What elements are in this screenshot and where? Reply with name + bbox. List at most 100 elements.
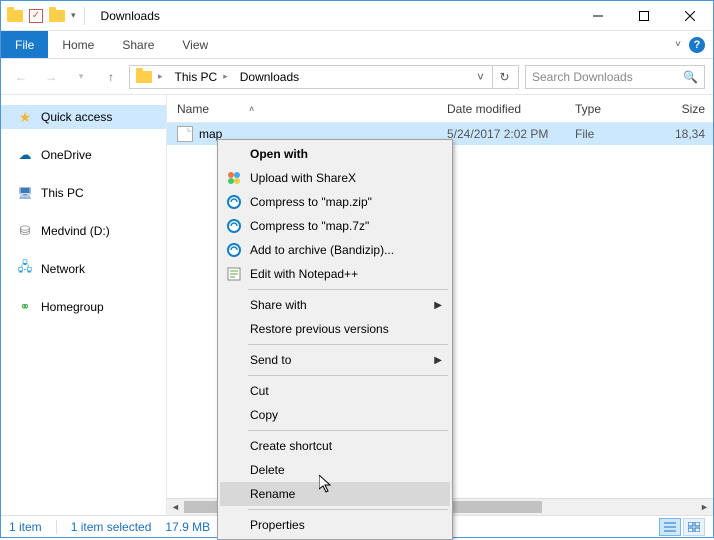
star-icon: ★ [17,109,33,125]
qat-separator [84,7,85,25]
context-menu-separator [248,289,448,290]
context-menu-label: Copy [250,408,278,422]
submenu-arrow-icon: ▶ [434,355,442,366]
status-item-count: 1 item [9,520,42,534]
context-menu-label: Delete [250,463,285,477]
nav-homegroup[interactable]: ⚭ Homegroup [1,295,166,319]
ribbon-expand-icon[interactable]: ˅ [675,39,681,50]
nav-label: Homegroup [41,300,104,314]
context-menu-label: Properties [250,518,305,532]
nav-up-button[interactable]: ↑ [99,65,123,89]
navigation-pane: ★ Quick access ☁OneDrive 🖥This PC ⛁ Medvin… [1,95,167,515]
close-button[interactable] [667,1,713,30]
bandizip-icon [226,194,242,210]
titlebar: ✓ ▾ Downloads [1,1,713,31]
status-separator [56,520,57,534]
context-menu-label: Edit with Notepad++ [250,267,358,281]
qat-properties-icon[interactable]: ✓ [29,9,43,23]
nav-onedrive[interactable]: ☁OneDrive [1,143,166,167]
context-menu-item[interactable]: Upload with ShareX [220,166,450,190]
context-menu-item[interactable]: Share with▶ [220,293,450,317]
maximize-button[interactable] [621,1,667,30]
context-menu-label: Restore previous versions [250,322,389,336]
nav-network[interactable]: 🖧Network [1,257,166,281]
view-details-button[interactable] [659,518,681,536]
address-bar-row: ← → ▾ ↑ ▸ This PC▸ Downloads ˅ ↻ Search … [1,59,713,95]
sharex-icon [226,170,242,186]
context-menu-item[interactable]: Edit with Notepad++ [220,262,450,286]
context-menu-item[interactable]: Compress to "map.zip" [220,190,450,214]
context-menu-item[interactable]: Compress to "map.7z" [220,214,450,238]
bandizip-icon [226,242,242,258]
context-menu-item[interactable]: Cut [220,379,450,403]
refresh-button[interactable]: ↻ [492,66,516,88]
breadcrumb-root-icon[interactable]: ▸ [132,66,169,88]
nav-quick-access[interactable]: ★ Quick access [1,105,166,129]
context-menu-item[interactable]: Delete [220,458,450,482]
context-menu-label: Cut [250,384,269,398]
context-menu-separator [248,375,448,376]
column-headers: Name˄ Date modified Type Size [167,95,713,123]
nav-label: Medvind (D:) [41,224,110,238]
context-menu-label: Compress to "map.zip" [250,195,372,209]
bandizip-icon [226,218,242,234]
view-large-icons-button[interactable] [683,518,705,536]
column-type[interactable]: Type [575,102,653,116]
ribbon-tab-view[interactable]: View [168,31,222,58]
breadcrumb-item[interactable]: This PC▸ [171,66,234,88]
quick-access-toolbar: ✓ ▾ [1,7,93,25]
context-menu-label: Compress to "map.7z" [250,219,369,233]
file-icon [177,126,193,142]
window-title: Downloads [101,9,575,23]
ribbon-file-tab[interactable]: File [1,31,48,58]
context-menu-separator [248,344,448,345]
search-input[interactable]: Search Downloads 🔍 [525,65,705,89]
scroll-right-button[interactable]: ► [696,499,713,515]
context-menu-item[interactable]: Copy [220,403,450,427]
ribbon-tab-home[interactable]: Home [48,31,108,58]
network-icon: 🖧 [17,261,33,277]
nav-recent-dropdown[interactable]: ▾ [69,65,93,89]
pc-icon: 🖥 [17,185,33,201]
nav-forward-button[interactable]: → [39,65,63,89]
column-date[interactable]: Date modified [447,102,575,116]
breadcrumb[interactable]: ▸ This PC▸ Downloads ˅ ↻ [129,65,519,89]
context-menu-item[interactable]: Properties [220,513,450,537]
ribbon-tab-share[interactable]: Share [108,31,168,58]
context-menu-separator [248,430,448,431]
nav-this-pc[interactable]: 🖥This PC [1,181,166,205]
breadcrumb-history-dropdown[interactable]: ˅ [471,70,490,84]
context-menu-item[interactable]: Open with [220,142,450,166]
breadcrumb-label: Downloads [240,70,299,84]
context-menu-label: Create shortcut [250,439,332,453]
context-menu-item[interactable]: Restore previous versions [220,317,450,341]
drive-icon: ⛁ [17,223,33,239]
status-size: 17.9 MB [165,520,210,534]
context-menu-item[interactable]: Rename [220,482,450,506]
context-menu-item[interactable]: Add to archive (Bandizip)... [220,238,450,262]
context-menu-item[interactable]: Create shortcut [220,434,450,458]
breadcrumb-label: This PC [175,70,218,84]
nav-drive[interactable]: ⛁ Medvind (D:) [1,219,166,243]
nav-back-button[interactable]: ← [9,65,33,89]
breadcrumb-item[interactable]: Downloads [236,66,303,88]
column-size[interactable]: Size [653,102,713,116]
minimize-button[interactable] [575,1,621,30]
context-menu-label: Send to [250,353,291,367]
context-menu-label: Add to archive (Bandizip)... [250,243,394,257]
homegroup-icon: ⚭ [17,299,33,315]
context-menu-item[interactable]: Send to ▶ [220,348,450,372]
folder-icon [7,8,23,24]
folder-icon [49,8,65,24]
submenu-arrow-icon: ▶ [434,300,442,311]
qat-dropdown-icon[interactable]: ▾ [71,10,76,21]
help-icon[interactable]: ? [689,37,705,53]
nav-label: Quick access [41,110,112,124]
context-menu-separator [248,509,448,510]
scroll-left-button[interactable]: ◄ [167,499,184,515]
status-selected: 1 item selected [71,520,152,534]
column-name[interactable]: Name˄ [167,102,447,116]
search-icon: 🔍 [683,70,698,84]
ribbon: File Home Share View ˅ ? [1,31,713,59]
nav-label: OneDrive [41,148,92,162]
